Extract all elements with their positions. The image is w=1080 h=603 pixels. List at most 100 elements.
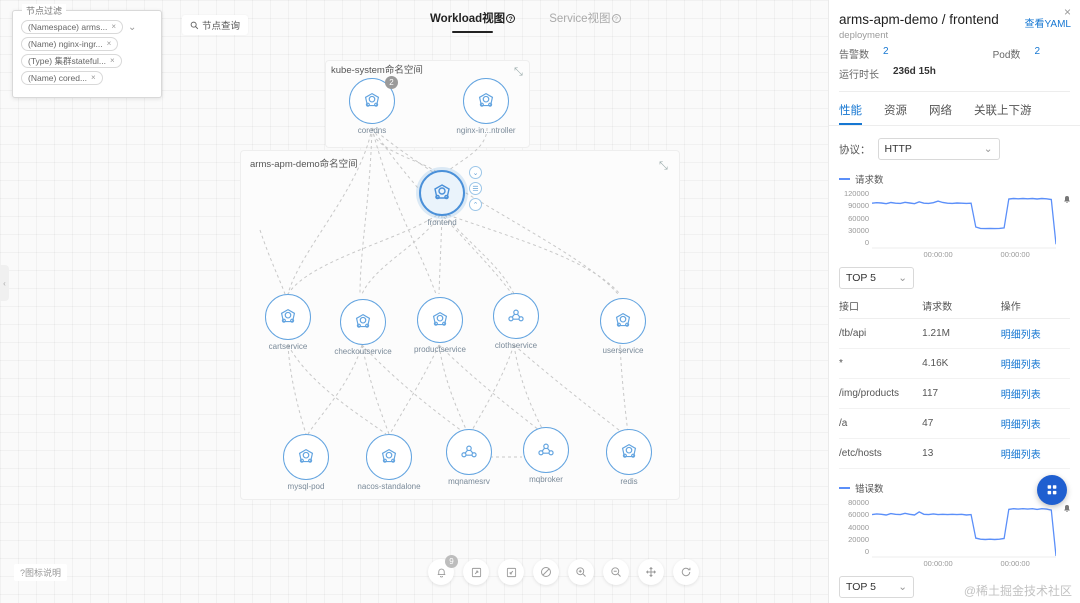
help-icon[interactable]: ? — [506, 14, 516, 23]
meta-value[interactable]: 2 — [883, 46, 889, 61]
node-alert-badge: 2 — [385, 76, 398, 89]
tab-performance[interactable]: 性能 — [839, 102, 862, 125]
requests-top-value: TOP 5 — [846, 272, 876, 284]
view-yaml-link[interactable]: 查看YAML — [1025, 15, 1072, 30]
node-search-button[interactable]: 节点查询 — [182, 15, 249, 35]
y-tick: 60000 — [848, 510, 869, 520]
y-tick: 90000 — [848, 201, 869, 211]
filter-tag[interactable]: (Name) cored... × — [21, 71, 103, 85]
fit-view-button[interactable] — [638, 559, 664, 585]
meta-key: 告警数 — [839, 50, 869, 61]
fullscreen-expand-button[interactable] — [463, 559, 489, 585]
apps-grid-button[interactable] — [1037, 475, 1067, 505]
close-icon[interactable]: × — [110, 55, 115, 67]
namespace-collapse-icon-arms-apm-demo[interactable]: ⤡ — [659, 160, 668, 173]
detail-list-link[interactable]: 明细列表 — [1000, 378, 1070, 409]
detail-list-link[interactable]: 明细列表 — [1000, 348, 1070, 379]
apps-grid-icon — [1047, 485, 1057, 495]
errors-top-select[interactable]: TOP 5 ⌄ — [839, 576, 914, 598]
fullscreen-collapse-button[interactable] — [498, 559, 524, 585]
graph-node-userservice[interactable]: userservice — [600, 298, 646, 355]
zoom-in-button[interactable] — [568, 559, 594, 585]
protocol-select[interactable]: HTTP ⌄ — [877, 138, 1000, 160]
filter-tag[interactable]: (Name) nginx-ingr... × — [21, 37, 119, 51]
list-icon[interactable]: ☰ — [469, 182, 482, 195]
pod-icon — [265, 294, 311, 340]
bell-icon[interactable] — [1062, 504, 1072, 517]
namespace-title-arms-apm-demo: arms-apm-demo命名空间 — [250, 159, 358, 170]
cell-count: 4.16K — [922, 348, 1001, 379]
topology-canvas[interactable]: kube-system命名空间 ⤡ arms-apm-demo命名空间 ⤡ 2 … — [0, 0, 828, 603]
graph-toolbar[interactable]: 9 — [428, 555, 699, 585]
help-icon[interactable]: ? — [611, 14, 621, 23]
alarm-bell-button[interactable]: 9 — [428, 555, 458, 585]
view-tabs[interactable]: Workload视图? Service视图? — [430, 10, 621, 33]
tab-upstream-downstream[interactable]: 关联上下游 — [974, 102, 1032, 125]
pod-icon — [366, 434, 412, 480]
errors-line-plot — [872, 500, 1056, 558]
cell-count: 47 — [922, 408, 1001, 439]
meta-value: 236d 15h — [893, 66, 936, 77]
close-icon[interactable]: × — [91, 72, 96, 84]
chevron-down-icon[interactable]: ⌄ — [469, 166, 482, 179]
detail-list-link[interactable]: 明细列表 — [1000, 438, 1070, 469]
disable-layout-button[interactable] — [533, 559, 559, 585]
detail-panel[interactable]: × arms-apm-demo / frontend 查看YAML deploy… — [828, 0, 1080, 603]
table-row: /img/products 117 明细列表 — [839, 378, 1070, 409]
filter-tag-label: (Name) nginx-ingr... — [28, 39, 103, 49]
filter-tag[interactable]: (Type) 集群stateful... × — [21, 54, 122, 68]
filter-tag[interactable]: (Namespace) arms... × — [21, 20, 124, 34]
meta-row-uptime: 运行时长 236d 15h — [839, 66, 1070, 81]
tab-network[interactable]: 网络 — [929, 102, 952, 125]
bell-glyph — [1064, 195, 1070, 203]
refresh-icon — [681, 567, 691, 577]
graph-node-coredns[interactable]: 2 coredns — [349, 76, 398, 135]
zoom-out-button[interactable] — [603, 559, 629, 585]
graph-node-label: nginx-in...ntroller — [456, 126, 516, 135]
graph-node-redis[interactable]: redis — [606, 429, 652, 486]
graph-node-productservice[interactable]: productservice — [414, 297, 466, 354]
tab-workload-view[interactable]: Workload视图? — [430, 10, 516, 33]
graph-node-label: coredns — [357, 126, 387, 135]
graph-node-mqbroker[interactable]: mqbroker — [523, 427, 569, 484]
node-action-group[interactable]: ⌄ ☰ ⌃ — [469, 166, 482, 214]
meta-key: 运行时长 — [839, 70, 879, 81]
graph-node-clothservice[interactable]: clothservice — [493, 293, 539, 350]
graph-node-nginx-ingress-controller[interactable]: nginx-in...ntroller — [456, 78, 516, 135]
graph-node-nacos-standalone[interactable]: nacos-standalone — [357, 434, 421, 491]
chevron-down-icon: ⌄ — [898, 272, 907, 284]
namespace-collapse-icon-kube-system[interactable]: ⤡ — [514, 66, 523, 79]
requests-table: 接口 请求数 操作 /tb/api 1.21M 明细列表 * 4.16K 明细列表 /i… — [839, 293, 1070, 469]
move-arrows-icon — [646, 567, 656, 577]
meta-value[interactable]: 2 — [1034, 46, 1040, 61]
graph-node-frontend[interactable]: frontend ⌄ ☰ ⌃ — [419, 166, 482, 227]
table-row: /a 47 明细列表 — [839, 408, 1070, 439]
graph-node-checkoutservice[interactable]: checkoutservice — [334, 299, 392, 356]
graph-node-cartservice[interactable]: cartservice — [265, 294, 311, 351]
bell-icon[interactable] — [1062, 195, 1072, 208]
tab-service-view[interactable]: Service视图? — [549, 10, 621, 33]
chevron-down-icon[interactable]: ⌄ — [128, 22, 136, 33]
node-search-label: 节点查询 — [202, 21, 241, 32]
tab-resources[interactable]: 资源 — [884, 102, 907, 125]
zoom-in-icon — [576, 567, 586, 577]
graph-node-label: productservice — [413, 345, 467, 354]
panel-tabs[interactable]: 性能 资源 网络 关联上下游 — [839, 92, 1070, 125]
chevron-up-icon[interactable]: ⌃ — [469, 198, 482, 211]
legend-help-button[interactable]: ?图标说明 — [14, 564, 68, 581]
close-icon[interactable]: × — [107, 38, 112, 50]
close-icon[interactable]: × — [111, 21, 116, 33]
detail-list-link[interactable]: 明细列表 — [1000, 318, 1070, 349]
graph-node-label: redis — [620, 477, 638, 486]
column-header-interface: 接口 — [839, 293, 923, 319]
panel-collapse-handle[interactable]: ‹ — [0, 265, 9, 301]
refresh-button[interactable] — [673, 559, 699, 585]
requests-top-select[interactable]: TOP 5 ⌄ — [839, 267, 914, 289]
detail-list-link[interactable]: 明细列表 — [1000, 408, 1070, 439]
errors-top-value: TOP 5 — [846, 581, 876, 593]
graph-node-mysql-pod[interactable]: mysql-pod — [283, 434, 329, 491]
graph-node-mqnamesrv[interactable]: mqnamesrv — [446, 429, 492, 486]
node-filter-panel[interactable]: 节点过滤 (Namespace) arms... × ⌄ (Name) ngin… — [12, 4, 162, 98]
requests-line-plot — [872, 191, 1056, 249]
graph-node-label: nacos-standalone — [357, 482, 421, 491]
